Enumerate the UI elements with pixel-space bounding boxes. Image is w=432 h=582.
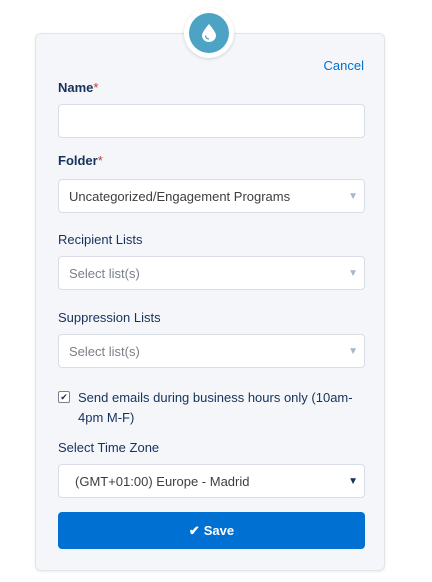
name-required-mark: * [93, 80, 99, 95]
save-label: Save [203, 523, 235, 538]
folder-select-value: Uncategorized/Engagement Programs [69, 189, 291, 204]
name-field[interactable] [58, 104, 365, 138]
folder-label: Folder* [58, 153, 103, 168]
name-label: Name* [58, 80, 98, 95]
suppression-lists-select[interactable]: Select list(s) ▼ [58, 334, 365, 368]
badge-circle [189, 13, 229, 53]
suppression-lists-label: Suppression Lists [58, 310, 161, 325]
checkmark-icon: ✔ [60, 392, 68, 402]
checkmark-icon: ✔ [188, 522, 200, 538]
recipient-lists-select[interactable]: Select list(s) ▼ [58, 256, 365, 290]
folder-label-text: Folder [58, 153, 98, 168]
chevron-down-icon: ▼ [348, 191, 358, 202]
business-hours-checkbox[interactable]: ✔ [58, 391, 70, 403]
droplet-icon [202, 24, 216, 42]
folder-select[interactable]: Uncategorized/Engagement Programs ▼ [58, 179, 365, 213]
folder-required-mark: * [97, 153, 103, 168]
recipient-lists-placeholder: Select list(s) [69, 266, 140, 281]
form-panel: Cancel Name* Folder* Uncategorized/Engag… [35, 33, 385, 571]
time-zone-label: Select Time Zone [58, 440, 160, 455]
recipient-lists-label: Recipient Lists [58, 232, 143, 247]
time-zone-value: (GMT+01:00) Europe - Madrid [75, 474, 250, 489]
chevron-down-icon: ▼ [348, 268, 358, 279]
cancel-link[interactable]: Cancel [324, 58, 364, 73]
name-input[interactable] [59, 105, 364, 137]
save-button[interactable]: ✔ Save [58, 512, 365, 549]
suppression-lists-placeholder: Select list(s) [69, 344, 140, 359]
header-badge [184, 8, 234, 58]
business-hours-label[interactable]: Send emails during business hours only (… [78, 388, 368, 428]
business-hours-row: ✔ Send emails during business hours only… [58, 388, 368, 428]
name-label-text: Name [58, 80, 94, 95]
time-zone-select[interactable]: (GMT+01:00) Europe - Madrid ▼ [58, 464, 365, 498]
chevron-down-icon: ▼ [348, 346, 358, 357]
chevron-down-icon: ▼ [348, 476, 358, 487]
